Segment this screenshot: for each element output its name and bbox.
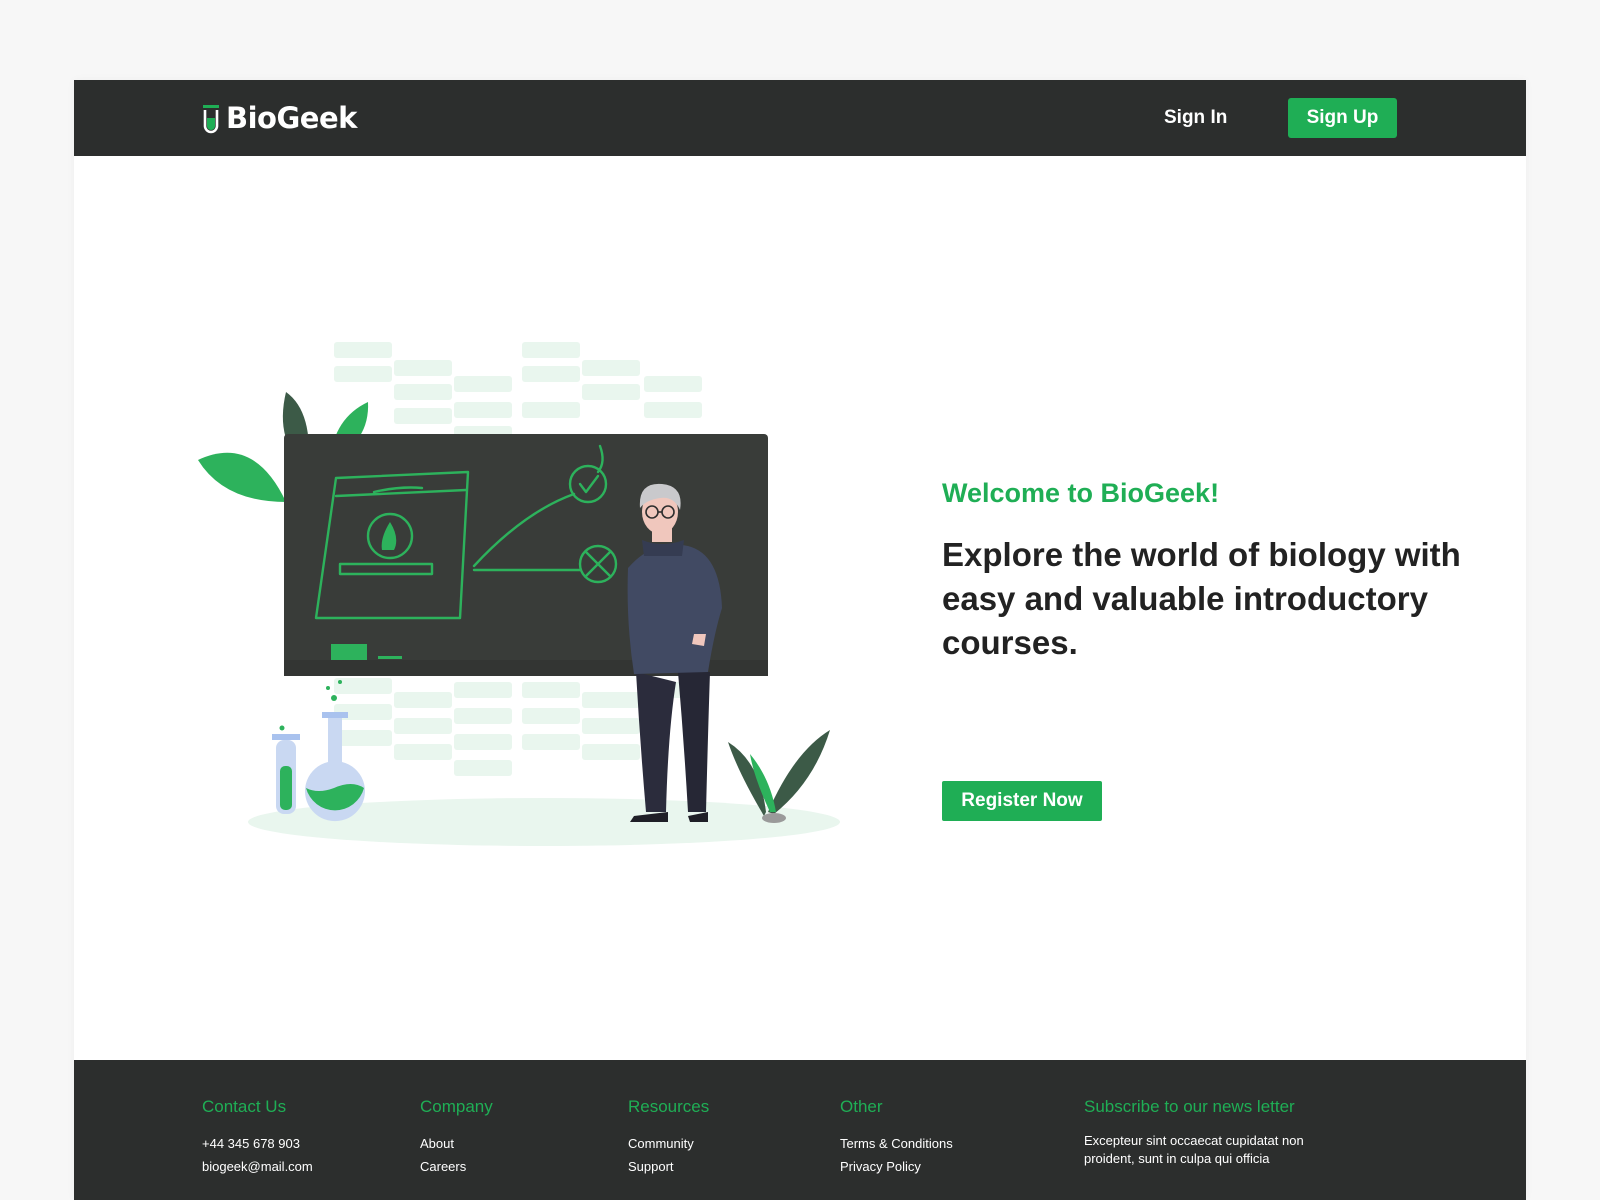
- sign-in-link[interactable]: Sign In: [1164, 102, 1227, 134]
- footer-resources-title: Resources: [628, 1097, 710, 1116]
- sign-up-button[interactable]: Sign Up: [1288, 98, 1397, 138]
- footer-newsletter-column: Subscribe to our news letter Excepteur s…: [1084, 1096, 1304, 1168]
- footer-newsletter-title: Subscribe to our news letter: [1084, 1097, 1295, 1116]
- register-now-button[interactable]: Register Now: [942, 781, 1102, 821]
- footer-other-column: Other Terms & Conditions Privacy Policy: [840, 1096, 953, 1178]
- footer-link-support[interactable]: Support: [628, 1155, 709, 1178]
- footer-resources-column: Resources Community Support: [628, 1096, 709, 1178]
- site-footer: Contact Us +44 345 678 903 biogeek@mail.…: [74, 1060, 1526, 1200]
- top-navbar: BioGeek Sign In Sign Up: [74, 80, 1526, 156]
- hero-text-block: Welcome to BioGeek! Explore the world of…: [942, 475, 1462, 821]
- footer-link-privacy[interactable]: Privacy Policy: [840, 1155, 953, 1178]
- footer-link-careers[interactable]: Careers: [420, 1155, 493, 1178]
- footer-company-title: Company: [420, 1097, 493, 1116]
- brand-name: BioGeek: [226, 101, 357, 135]
- footer-phone[interactable]: +44 345 678 903: [202, 1132, 313, 1155]
- hero-headline: Explore the world of biology with easy a…: [942, 536, 1461, 661]
- brand-logo[interactable]: BioGeek: [202, 96, 357, 140]
- footer-contact-title: Contact Us: [202, 1097, 287, 1116]
- page-frame: BioGeek Sign In Sign Up Welcome to BioGe…: [74, 80, 1526, 1200]
- welcome-heading: Welcome to BioGeek!: [942, 478, 1220, 508]
- footer-link-community[interactable]: Community: [628, 1132, 709, 1155]
- teacher-chalkboard-illustration: [198, 342, 840, 846]
- footer-contact-column: Contact Us +44 345 678 903 biogeek@mail.…: [202, 1096, 313, 1178]
- footer-email[interactable]: biogeek@mail.com: [202, 1155, 313, 1178]
- footer-company-column: Company About Careers: [420, 1096, 493, 1178]
- test-tube-icon: [203, 105, 219, 134]
- footer-link-terms[interactable]: Terms & Conditions: [840, 1132, 953, 1155]
- footer-other-title: Other: [840, 1097, 883, 1116]
- footer-newsletter-text: Excepteur sint occaecat cupidatat non pr…: [1084, 1133, 1304, 1166]
- footer-link-about[interactable]: About: [420, 1132, 493, 1155]
